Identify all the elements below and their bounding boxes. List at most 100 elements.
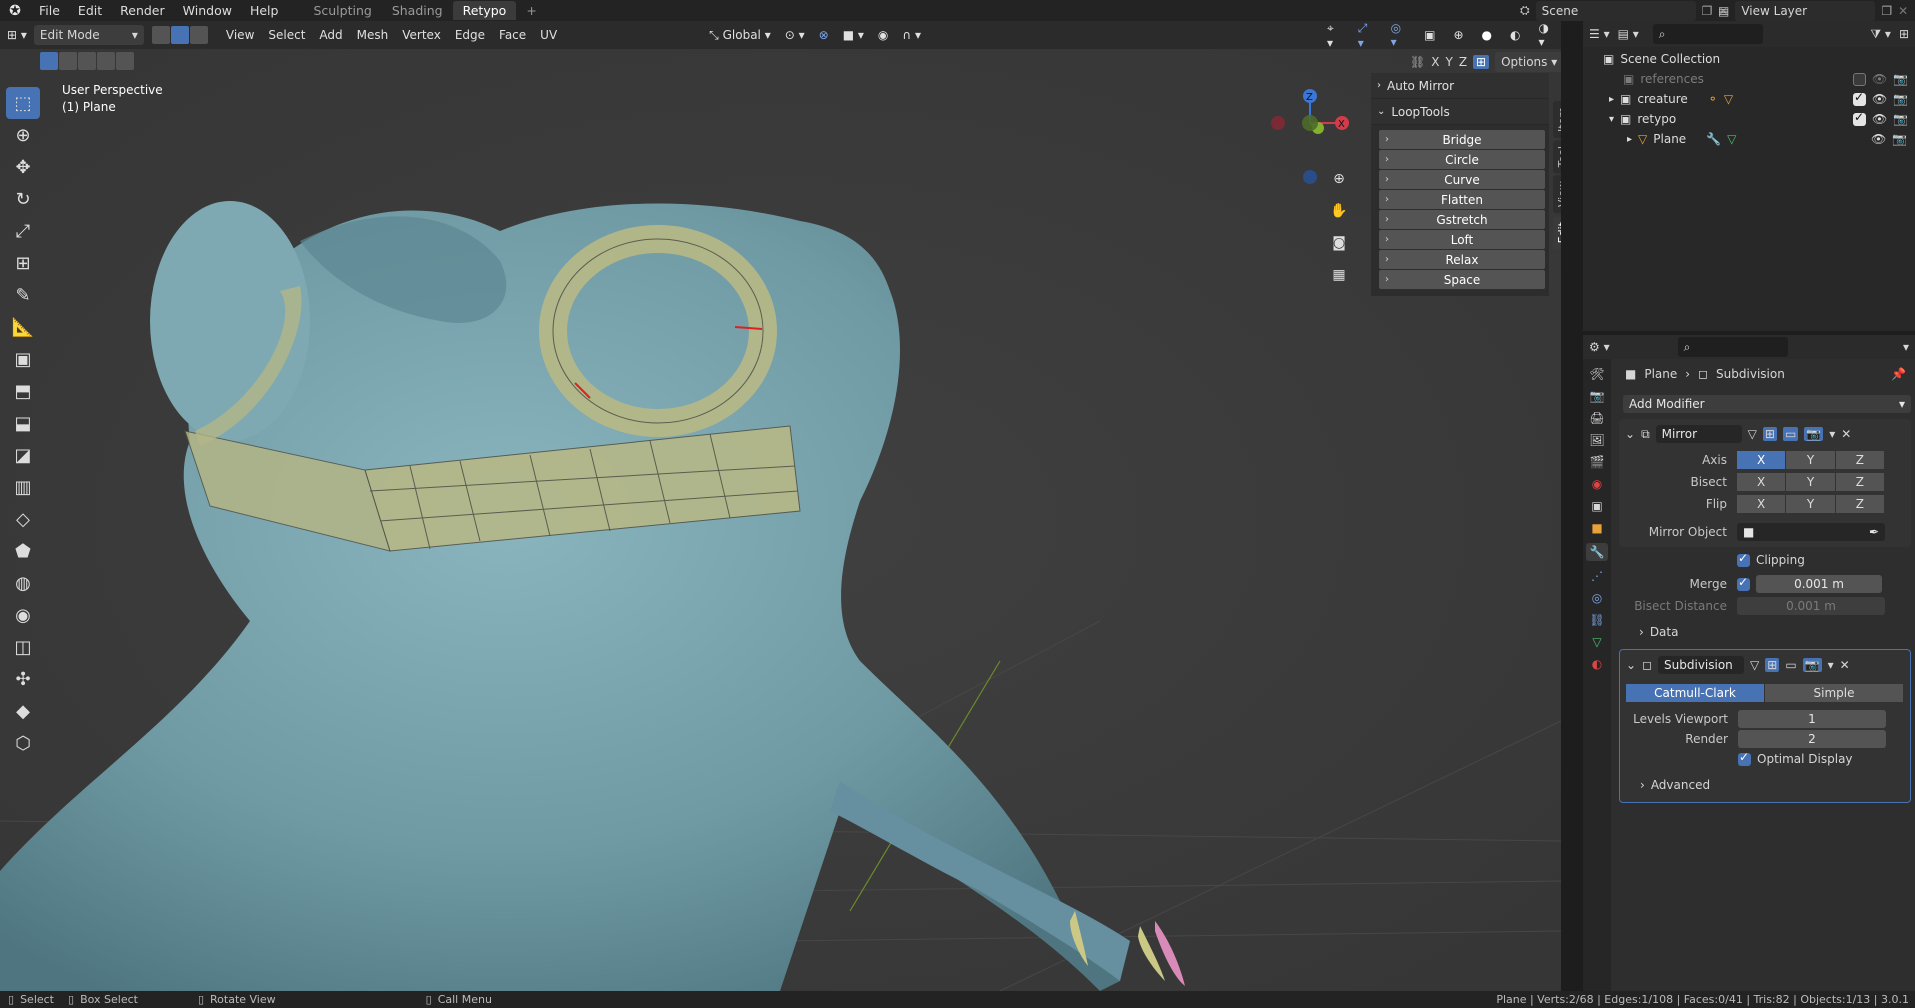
bisect-z-toggle[interactable]: Z: [1835, 473, 1884, 491]
loop-cut-tool-icon[interactable]: ▥: [6, 471, 40, 503]
merge-checkbox[interactable]: [1737, 575, 1750, 591]
menu-help[interactable]: Help: [241, 3, 288, 18]
menu-uv[interactable]: UV: [533, 25, 564, 45]
solid-shading-icon[interactable]: ●: [1475, 25, 1499, 45]
flip-x-toggle[interactable]: X: [1737, 495, 1786, 513]
cursor-tool-icon[interactable]: ⊕: [6, 119, 40, 151]
mirror-object-field[interactable]: ■ ✒: [1737, 523, 1885, 541]
edge-slide-tool-icon[interactable]: ◫: [6, 631, 40, 663]
looptools-loft-button[interactable]: › Loft: [1379, 230, 1545, 249]
material-shading-icon[interactable]: ◐: [1503, 25, 1527, 45]
workspace-tab-sculpting[interactable]: Sculpting: [303, 1, 381, 20]
clipping-checkbox[interactable]: [1737, 551, 1750, 567]
looptools-space-button[interactable]: › Space: [1379, 270, 1545, 289]
looptools-flatten-button[interactable]: › Flatten: [1379, 190, 1545, 209]
smooth-tool-icon[interactable]: ◉: [6, 599, 40, 631]
looptools-circle-button[interactable]: › Circle: [1379, 150, 1545, 169]
gizmo-neg-z-axis[interactable]: [1303, 170, 1317, 184]
outliner-row-creature[interactable]: ▸ ▣ creature ⚬ ▽ 👁 📷: [1583, 89, 1915, 109]
eye-icon[interactable]: 👁: [1872, 112, 1887, 126]
pivot-point-selector[interactable]: ⊙ ▾: [778, 25, 812, 45]
overlay-toggle-icon[interactable]: ◎ ▾: [1384, 21, 1414, 49]
exclude-checkbox[interactable]: [1853, 72, 1866, 86]
mirror-axis-z-toggle[interactable]: Z: [1835, 451, 1884, 469]
add-cube-tool-icon[interactable]: ▣: [6, 343, 40, 375]
menu-vertex[interactable]: Vertex: [395, 25, 448, 45]
menu-face[interactable]: Face: [492, 25, 533, 45]
editor-type-icon[interactable]: ⊞ ▾: [0, 25, 34, 45]
mirror-name-field[interactable]: Mirror: [1655, 425, 1742, 443]
workspace-tab-shading[interactable]: Shading: [382, 1, 453, 20]
rotate-tool-icon[interactable]: ↻: [6, 183, 40, 215]
tab-edit[interactable]: Edit: [1553, 215, 1561, 249]
select-intersect-mode[interactable]: [116, 52, 134, 70]
outliner-search-input[interactable]: ⌕: [1652, 24, 1763, 44]
chevron-down-icon[interactable]: ▾: [1828, 658, 1834, 672]
menu-view[interactable]: View: [219, 25, 261, 45]
mirror-axis-y-toggle[interactable]: Y: [1786, 451, 1835, 469]
subdivision-name-field[interactable]: Subdivision: [1658, 656, 1745, 674]
snap-toggle[interactable]: ⊗: [812, 25, 836, 45]
menu-render[interactable]: Render: [111, 3, 174, 18]
options-dropdown[interactable]: Options ▾: [1495, 52, 1561, 72]
select-subtract-mode[interactable]: [78, 52, 96, 70]
annotate-tool-icon[interactable]: ✎: [6, 279, 40, 311]
vertex-select-mode[interactable]: [151, 26, 170, 44]
edit-mode-toggle-icon[interactable]: ▽: [1750, 658, 1759, 672]
outliner-editor-type-icon[interactable]: ☰ ▾: [1589, 27, 1610, 41]
workspace-tab-retypo[interactable]: Retypo: [452, 1, 517, 20]
measure-tool-icon[interactable]: 📐: [6, 311, 40, 343]
wireframe-shading-icon[interactable]: ⊕: [1446, 25, 1470, 45]
filter-icon[interactable]: ⧩ ▾: [1870, 27, 1891, 42]
new-scene-icon[interactable]: ❐: [1702, 4, 1713, 18]
camera-icon[interactable]: 📷: [1893, 112, 1908, 126]
realtime-toggle-icon[interactable]: ▭: [1782, 427, 1799, 441]
world-tab-icon[interactable]: ◉: [1592, 477, 1602, 491]
output-tab-icon[interactable]: 🖨: [1589, 411, 1604, 425]
close-icon[interactable]: ✕: [1840, 658, 1850, 672]
shrink-fatten-tool-icon[interactable]: ✣: [6, 663, 40, 695]
edge-select-mode[interactable]: [170, 26, 189, 44]
outliner-row-retypo[interactable]: ▾ ▣ retypo 👁 📷: [1583, 109, 1915, 129]
include-checkbox[interactable]: [1853, 110, 1866, 126]
scene-selector[interactable]: Scene: [1535, 0, 1696, 21]
mode-selector[interactable]: Edit Mode ▾: [33, 25, 144, 45]
mirror-x-toggle[interactable]: X: [1431, 55, 1439, 69]
flip-y-toggle[interactable]: Y: [1786, 495, 1835, 513]
transform-orientation-selector[interactable]: ⤡ Global ▾: [702, 25, 778, 45]
render-toggle-icon[interactable]: 📷: [1804, 427, 1824, 441]
menu-select[interactable]: Select: [261, 25, 312, 45]
pan-hand-icon[interactable]: ✋: [1326, 198, 1352, 224]
chevron-down-icon[interactable]: ▾: [1609, 114, 1614, 125]
data-tab-icon[interactable]: ▽: [1592, 635, 1601, 649]
optimal-display-checkbox[interactable]: [1738, 750, 1751, 766]
looptools-panel-header[interactable]: ⌄ LoopTools: [1371, 99, 1549, 125]
mirror-y-toggle[interactable]: Y: [1445, 55, 1452, 69]
bisect-distance-field[interactable]: 0.001 m: [1737, 597, 1885, 615]
shear-tool-icon[interactable]: ◆: [6, 695, 40, 727]
scale-tool-icon[interactable]: ⤢: [6, 215, 40, 247]
close-icon[interactable]: ✕: [1841, 427, 1851, 441]
properties-search-input[interactable]: ⌕: [1677, 337, 1788, 357]
constraints-tab-icon[interactable]: ⛓: [1589, 613, 1604, 627]
eye-icon[interactable]: 👁: [1872, 92, 1887, 106]
bevel-tool-icon[interactable]: ◪: [6, 439, 40, 471]
outliner-row-plane[interactable]: ▸ ▽ Plane 🔧 ▽ 👁 📷: [1583, 129, 1915, 149]
bisect-y-toggle[interactable]: Y: [1786, 473, 1835, 491]
simple-button[interactable]: Simple: [1765, 684, 1903, 702]
add-modifier-dropdown[interactable]: Add Modifier ▾: [1623, 395, 1911, 413]
outliner-row-references[interactable]: ▣ references 👁 📷: [1583, 69, 1915, 89]
camera-icon[interactable]: 📷: [1893, 72, 1908, 86]
gizmo-neg-y-axis[interactable]: [1302, 115, 1318, 131]
snap-target-selector[interactable]: ■ ▾: [836, 25, 871, 45]
face-select-mode[interactable]: [189, 26, 208, 44]
outliner-row-scene-collection[interactable]: ▣ Scene Collection: [1583, 49, 1915, 69]
tab-item[interactable]: Item: [1553, 101, 1561, 139]
edit-mode-toggle-icon[interactable]: ▽: [1748, 427, 1757, 441]
data-subpanel-header[interactable]: › Data: [1639, 625, 1678, 639]
mirror-topology-icon[interactable]: ⊞: [1473, 55, 1490, 69]
on-cage-toggle-icon[interactable]: ⊞: [1765, 658, 1780, 672]
gizmo-toggle-icon[interactable]: ⤢ ▾: [1351, 21, 1380, 50]
add-workspace-button[interactable]: +: [516, 1, 546, 20]
physics-tab-icon[interactable]: ◎: [1592, 591, 1602, 605]
